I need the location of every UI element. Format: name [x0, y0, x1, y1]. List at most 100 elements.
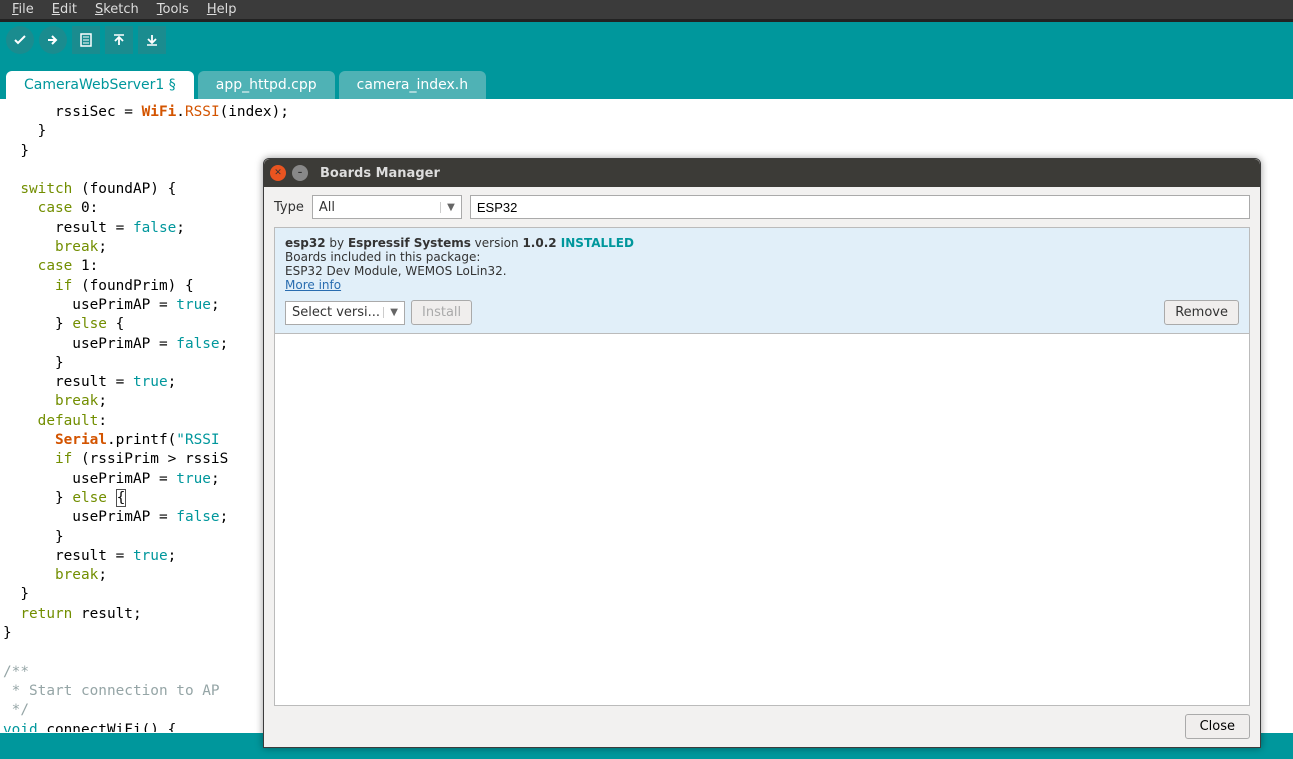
code-text: :	[98, 413, 107, 429]
code-text: true	[133, 548, 168, 564]
code-text: ;	[211, 297, 220, 313]
code-text: default	[38, 413, 99, 429]
code-text: }	[3, 316, 72, 332]
code-text: ;	[220, 509, 229, 525]
code-text: (rssiPrim > rssiS	[72, 451, 228, 467]
code-text: .printf(	[107, 432, 176, 448]
menubar: File Edit Sketch Tools Help	[0, 0, 1293, 22]
menu-edit[interactable]: Edit	[43, 1, 86, 18]
code-text: break	[55, 239, 98, 255]
code-text: result =	[3, 374, 133, 390]
version-label: version	[471, 236, 523, 250]
code-text	[3, 606, 20, 622]
tab-app-httpd[interactable]: app_httpd.cpp	[198, 71, 335, 99]
new-sketch-button[interactable]	[72, 26, 100, 54]
code-text: false	[176, 509, 219, 525]
code-text: 0:	[72, 200, 98, 216]
code-comment: */	[3, 702, 29, 718]
code-text: ;	[168, 548, 177, 564]
code-text: case	[38, 258, 73, 274]
code-text: void	[3, 722, 38, 733]
code-text: RSSI	[185, 104, 220, 120]
code-text	[3, 393, 55, 409]
type-dropdown[interactable]: All ▼	[312, 195, 462, 219]
code-text: usePrimAP =	[3, 471, 176, 487]
more-info-link[interactable]: More info	[285, 278, 341, 292]
package-header: esp32 by Espressif Systems version 1.0.2…	[285, 236, 1239, 250]
code-text: }	[3, 625, 12, 641]
code-text	[3, 432, 55, 448]
code-text: result =	[3, 548, 133, 564]
code-text: true	[176, 297, 211, 313]
tab-camera-index[interactable]: camera_index.h	[339, 71, 487, 99]
verify-button[interactable]	[6, 26, 34, 54]
included-boards: ESP32 Dev Module, WEMOS LoLin32.	[285, 264, 1239, 278]
menu-tools[interactable]: Tools	[148, 1, 198, 18]
code-text: ;	[168, 374, 177, 390]
code-text: false	[176, 336, 219, 352]
tab-row: CameraWebServer1 § app_httpd.cpp camera_…	[0, 57, 1293, 99]
package-actions: Select versi... ▼ Install Remove	[285, 300, 1239, 325]
search-input[interactable]	[470, 195, 1250, 219]
menu-file[interactable]: File	[3, 1, 43, 18]
code-text: {	[107, 316, 124, 332]
code-text: case	[38, 200, 73, 216]
code-text: connectWiFi() {	[38, 722, 177, 733]
type-label: Type	[274, 200, 304, 215]
upload-button[interactable]	[39, 26, 67, 54]
code-text: result;	[72, 606, 141, 622]
version-dropdown[interactable]: Select versi... ▼	[285, 301, 405, 325]
code-text: rssiSec =	[3, 104, 142, 120]
install-button[interactable]: Install	[411, 300, 472, 325]
tab-camerawebserver[interactable]: CameraWebServer1 §	[6, 71, 194, 99]
code-text: ;	[220, 336, 229, 352]
code-text: ;	[176, 220, 185, 236]
dialog-title: Boards Manager	[320, 166, 440, 181]
code-text	[3, 181, 20, 197]
code-text: ;	[211, 471, 220, 487]
save-sketch-button[interactable]	[138, 26, 166, 54]
menu-help[interactable]: Help	[198, 1, 246, 18]
code-text: return	[20, 606, 72, 622]
code-text	[3, 258, 38, 274]
package-item[interactable]: esp32 by Espressif Systems version 1.0.2…	[275, 228, 1249, 334]
code-text: Serial	[55, 432, 107, 448]
code-text: if	[55, 278, 72, 294]
vendor-name: Espressif Systems	[348, 236, 471, 250]
code-text: }	[3, 490, 72, 506]
code-text	[3, 413, 38, 429]
package-name: esp32	[285, 236, 326, 250]
code-text: ;	[98, 567, 107, 583]
code-text: }	[3, 143, 29, 159]
installed-badge: INSTALLED	[557, 236, 634, 250]
code-text: }	[3, 355, 64, 371]
code-text: if	[55, 451, 72, 467]
chevron-down-icon: ▼	[440, 202, 455, 213]
code-text	[3, 239, 55, 255]
minimize-icon[interactable]: –	[292, 165, 308, 181]
code-text: ;	[98, 239, 107, 255]
code-text: 1:	[72, 258, 98, 274]
version-select-label: Select versi...	[292, 305, 380, 320]
open-sketch-button[interactable]	[105, 26, 133, 54]
code-text: switch	[20, 181, 72, 197]
code-text: break	[55, 393, 98, 409]
code-text: true	[176, 471, 211, 487]
code-text: .	[176, 104, 185, 120]
remove-button[interactable]: Remove	[1164, 300, 1239, 325]
dialog-titlebar[interactable]: ✕ – Boards Manager	[264, 159, 1260, 187]
dialog-footer: Close	[264, 706, 1260, 747]
code-comment: /**	[3, 664, 29, 680]
code-text: result =	[3, 220, 133, 236]
code-text: WiFi	[142, 104, 177, 120]
menu-sketch[interactable]: Sketch	[86, 1, 148, 18]
close-button[interactable]: Close	[1185, 714, 1250, 739]
code-text: ;	[98, 393, 107, 409]
close-icon[interactable]: ✕	[270, 165, 286, 181]
boards-manager-dialog: ✕ – Boards Manager Type All ▼ esp32 by E…	[263, 158, 1261, 748]
code-text: (foundAP) {	[72, 181, 176, 197]
code-text: break	[55, 567, 98, 583]
code-text: }	[3, 123, 46, 139]
package-list[interactable]: esp32 by Espressif Systems version 1.0.2…	[274, 227, 1250, 706]
code-text	[3, 200, 38, 216]
